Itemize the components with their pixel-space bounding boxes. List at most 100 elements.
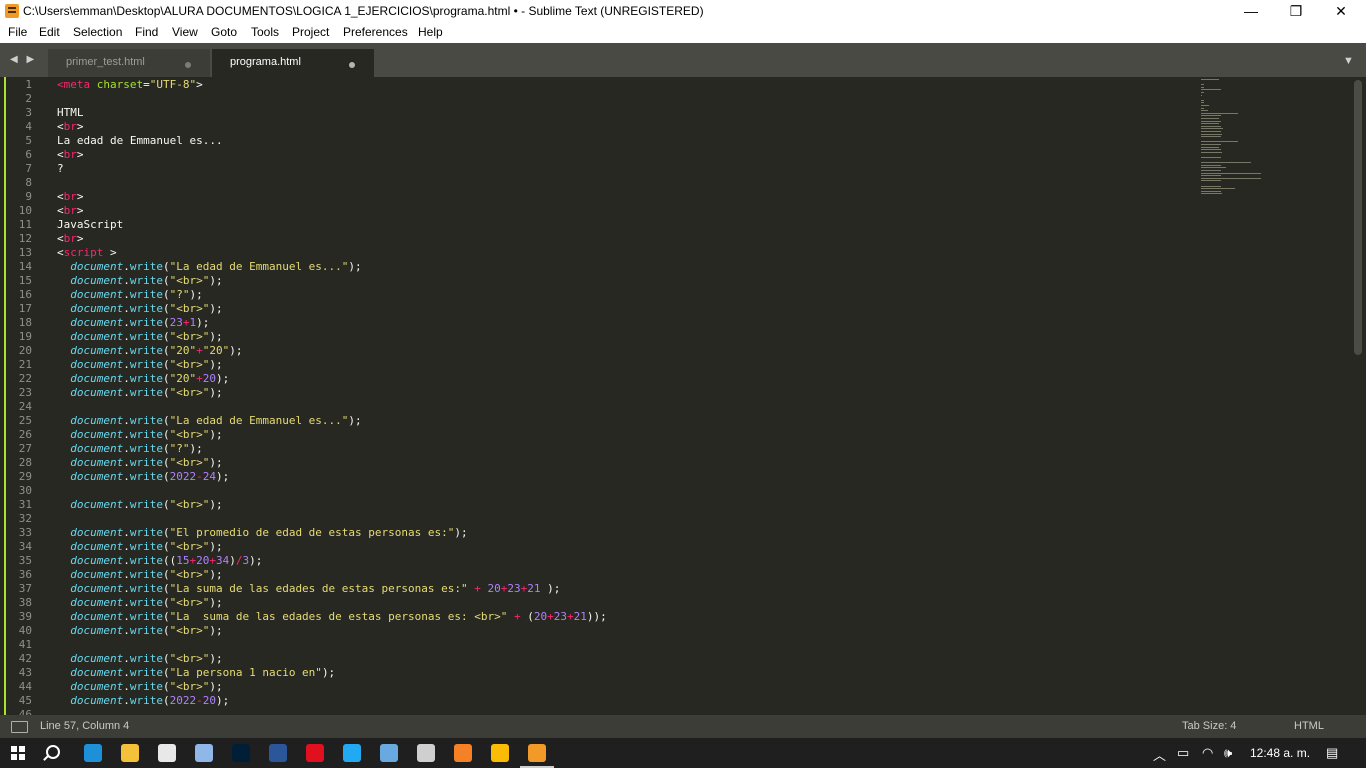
code-line[interactable]: document.write("<br>"); (57, 652, 222, 666)
code-token: document (70, 344, 124, 357)
syntax-indicator[interactable]: HTML (1294, 720, 1324, 732)
code-line[interactable]: document.write("<br>"); (57, 428, 222, 442)
clock[interactable]: 12:48 a. m. (1250, 746, 1310, 760)
minimize-button[interactable]: — (1228, 0, 1274, 23)
menu-help[interactable]: Help (418, 25, 443, 39)
panel-toggle-icon[interactable] (11, 721, 28, 733)
code-line[interactable]: document.write("La suma de las edades de… (57, 610, 607, 624)
code-line[interactable]: document.write("?"); (57, 442, 202, 456)
code-line[interactable]: La edad de Emmanuel es... (57, 134, 223, 148)
menu-preferences[interactable]: Preferences (343, 25, 408, 39)
code-token: > (76, 190, 84, 203)
code-editor[interactable]: 1 2 3 4 5 6 7 8 9 10 11 12 13 14 15 16 17 18 19 20 21 22 23 24 2… (0, 77, 1366, 715)
maximize-button[interactable]: ❐ (1273, 0, 1319, 23)
menu-view[interactable]: View (172, 25, 198, 39)
notepad-icon[interactable] (195, 744, 213, 762)
menu-goto[interactable]: Goto (211, 25, 237, 39)
cursor-position[interactable]: Line 57, Column 4 (40, 720, 129, 732)
menu-find[interactable]: Find (135, 25, 158, 39)
code-line[interactable]: document.write("<br>"); (57, 568, 222, 582)
volume-icon[interactable]: 🕪 (1224, 745, 1232, 761)
code-line[interactable]: <br> (57, 204, 84, 218)
code-line[interactable]: document.write("<br>"); (57, 680, 222, 694)
code-token: document (70, 554, 124, 567)
code-line[interactable]: document.write(2022-24); (57, 470, 229, 484)
code-line[interactable]: <br> (57, 148, 84, 162)
code-line[interactable]: <br> (57, 190, 84, 204)
device-icon[interactable]: ▭ (1177, 745, 1189, 761)
tab-list-dropdown-icon[interactable]: ▼ (1343, 55, 1354, 67)
cube-app-icon[interactable] (380, 744, 398, 762)
close-button[interactable]: ✕ (1318, 0, 1364, 23)
code-line[interactable]: document.write("<br>"); (57, 456, 222, 470)
code-line[interactable]: document.write("El promedio de edad de e… (57, 526, 467, 540)
code-line[interactable]: <meta charset="UTF-8"> (57, 78, 203, 92)
emoji-app-icon[interactable] (158, 744, 176, 762)
code-line[interactable]: document.write("<br>"); (57, 330, 222, 344)
menu-tools[interactable]: Tools (251, 25, 279, 39)
code-line[interactable]: JavaScript (57, 218, 123, 232)
github-desktop-icon[interactable] (417, 744, 435, 762)
code-line[interactable]: document.write("20"+20); (57, 372, 229, 386)
chevron-up-icon[interactable]: ︿ (1153, 745, 1166, 764)
code-line[interactable]: document.write("<br>"); (57, 498, 222, 512)
unsaved-dot-icon[interactable] (349, 62, 355, 68)
code-line[interactable]: document.write("<br>"); (57, 358, 222, 372)
opera-icon[interactable] (306, 744, 324, 762)
file-explorer-icon[interactable] (121, 744, 139, 762)
code-line[interactable]: document.write("20"+"20"); (57, 344, 242, 358)
line-number: 1 (25, 78, 32, 91)
line-number: 33 (18, 526, 32, 539)
code-line[interactable]: document.write(2022-20); (57, 694, 229, 708)
windows-start-icon[interactable] (11, 746, 25, 760)
code-line[interactable]: document.write(23+1); (57, 316, 209, 330)
code-line[interactable]: HTML (57, 106, 84, 120)
word-icon[interactable] (269, 744, 287, 762)
code-line[interactable]: document.write("?"); (57, 288, 202, 302)
code-token: ) (229, 554, 236, 567)
tab-nav-arrows-icon[interactable]: ◀ ▶ (10, 54, 37, 65)
tab-size-indicator[interactable]: Tab Size: 4 (1182, 720, 1236, 732)
search-icon[interactable] (46, 745, 60, 759)
minimap-line (1201, 92, 1205, 93)
unsaved-dot-icon[interactable] (185, 62, 191, 68)
code-token: "20" (169, 372, 197, 385)
notification-icon[interactable]: ▤ (1326, 745, 1338, 761)
code-line[interactable]: document.write("La edad de Emmanuel es..… (57, 414, 361, 428)
modified-lines-marker (4, 77, 6, 715)
code-line[interactable]: document.write("La suma de las edades de… (57, 582, 560, 596)
sublime-merge-icon[interactable] (454, 744, 472, 762)
code-line[interactable]: document.write("<br>"); (57, 596, 222, 610)
wifi-icon[interactable]: ◠ (1202, 745, 1213, 761)
code-line[interactable]: document.write((15+20+34)/3); (57, 554, 262, 568)
tab-primer-test[interactable]: primer_test.html (48, 49, 210, 77)
vertical-scrollbar[interactable] (1354, 80, 1362, 355)
code-line[interactable]: ? (57, 162, 64, 176)
code-token: . (123, 526, 130, 539)
tab-programa[interactable]: programa.html (212, 49, 374, 77)
code-line[interactable]: document.write("La edad de Emmanuel es..… (57, 260, 361, 274)
edge-icon[interactable] (84, 744, 102, 762)
code-line[interactable]: document.write("<br>"); (57, 302, 222, 316)
code-line[interactable]: document.write("La persona 1 nacio en"); (57, 666, 335, 680)
code-line[interactable]: <script > (57, 246, 117, 260)
menu-edit[interactable]: Edit (39, 25, 60, 39)
chrome-icon[interactable] (491, 744, 509, 762)
vscode-icon[interactable] (343, 744, 361, 762)
code-line[interactable]: <br> (57, 120, 84, 134)
photoshop-icon[interactable] (232, 744, 250, 762)
menu-selection[interactable]: Selection (73, 25, 122, 39)
code-token: "La edad de Emmanuel es..." (169, 260, 349, 273)
minimap[interactable] (1198, 77, 1318, 197)
menu-file[interactable]: File (8, 25, 27, 39)
code-token: 23 (553, 610, 567, 623)
menu-project[interactable]: Project (292, 25, 329, 39)
code-line[interactable]: document.write("<br>"); (57, 274, 222, 288)
code-line[interactable]: <br> (57, 232, 84, 246)
code-line[interactable]: document.write("<br>"); (57, 386, 222, 400)
line-number: 22 (18, 372, 32, 385)
sublime-text-icon[interactable] (528, 744, 546, 762)
code-line[interactable]: document.write("<br>"); (57, 624, 222, 638)
code-line[interactable]: document.write("<br>"); (57, 540, 222, 554)
